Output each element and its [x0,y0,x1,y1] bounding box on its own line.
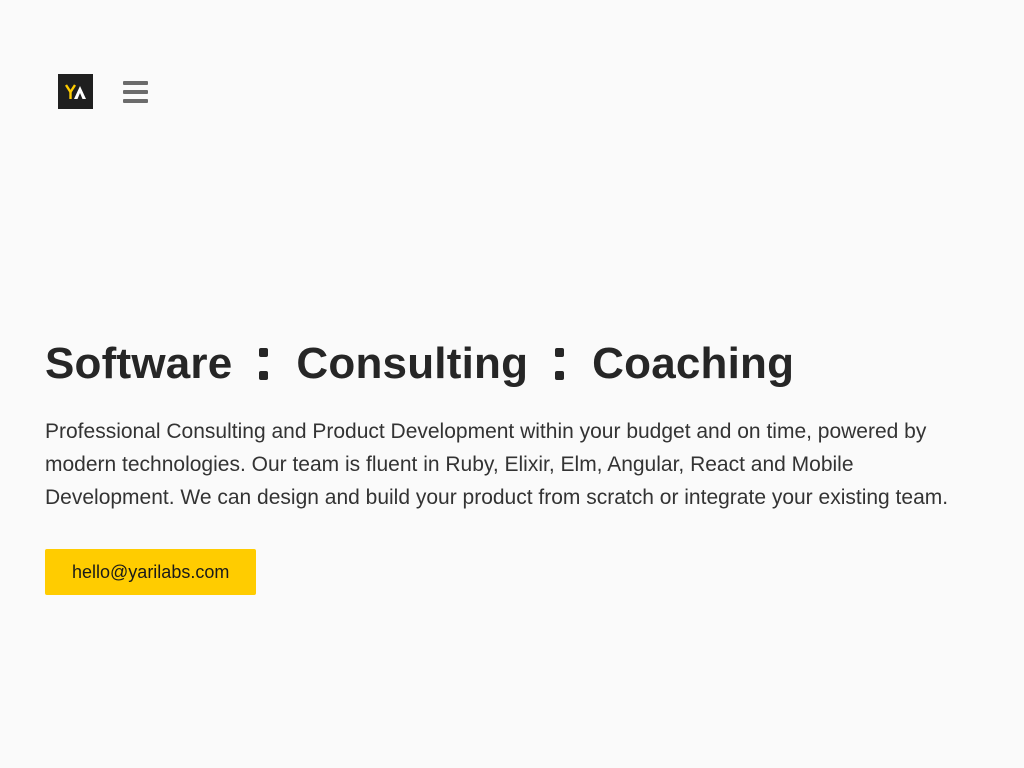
site-header [58,74,148,109]
headline-consulting: Consulting [296,339,529,388]
hero-description: Professional Consulting and Product Deve… [45,420,949,509]
menu-line [123,80,148,85]
headline-coaching: Coaching [592,339,795,388]
separator-dots-icon [555,348,565,380]
email-contact-button[interactable]: hello@yarilabs.com [45,549,257,595]
separator-dots-icon [259,348,269,380]
logo-mark-icon [64,83,86,99]
yarilabs-logo[interactable] [58,74,93,109]
page-title: Software Consulting Coaching [45,338,980,390]
headline-software: Software [45,339,233,388]
hamburger-menu-icon[interactable] [123,80,148,103]
hero-section: Software Consulting Coaching Professiona… [45,338,980,595]
menu-line [123,98,148,103]
menu-line [123,89,148,94]
